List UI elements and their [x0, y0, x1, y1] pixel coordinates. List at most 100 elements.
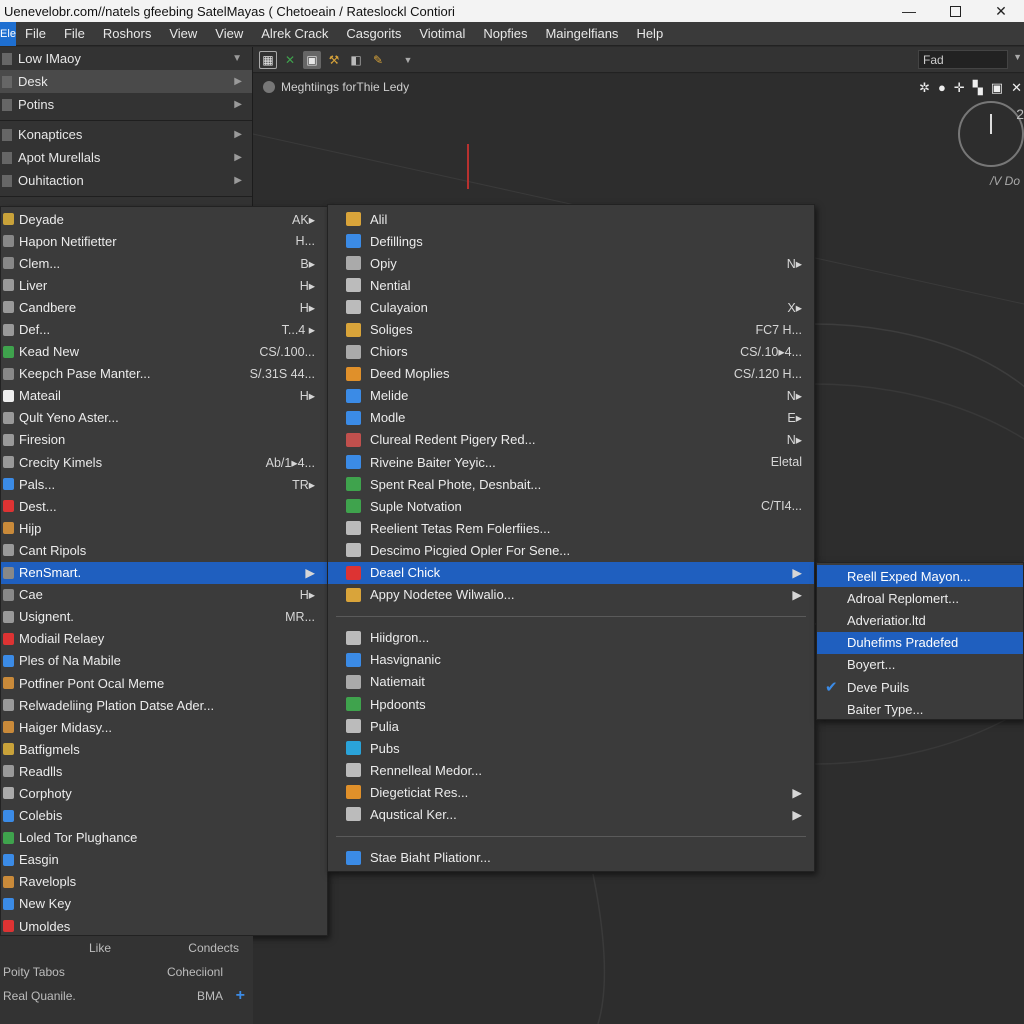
menu-item[interactable]: Modle E▸ [328, 407, 814, 429]
panel-item[interactable]: Potins ▶ [0, 93, 252, 116]
menu-item[interactable]: Hijp [1, 517, 327, 539]
menu-10[interactable]: Help [627, 26, 672, 41]
menu-item[interactable]: Hasvignanic [328, 649, 814, 671]
chevron-down-icon[interactable]: ▼ [1013, 52, 1022, 62]
pin-icon[interactable]: ▚ [973, 80, 983, 96]
menu-item[interactable]: Firesion [1, 429, 327, 451]
menu-item[interactable]: Deed Moplies CS/.120 H... [328, 363, 814, 385]
breadcrumb[interactable]: Meghtiings forThie Ledy [263, 80, 409, 94]
panel-item[interactable]: Ouhitaction ▶ [0, 169, 252, 192]
menu-item[interactable]: Deyade AK▸ [1, 208, 327, 230]
record-icon[interactable]: ● [938, 80, 946, 96]
menu-item[interactable]: Nential [328, 274, 814, 296]
menu-7[interactable]: Viotimal [410, 26, 474, 41]
window-icon[interactable]: ▣ [991, 80, 1003, 96]
menu-6[interactable]: Casgorits [337, 26, 410, 41]
menu-item[interactable]: Hpdoonts [328, 693, 814, 715]
menu-item[interactable]: Hapon Netifietter H... [1, 230, 327, 252]
menu-item[interactable]: Diegeticiat Res... ▶ [328, 781, 814, 803]
menu-item[interactable]: Candbere H▸ [1, 296, 327, 318]
menu-item[interactable]: Clureal Redent Pigery Red... N▸ [328, 429, 814, 451]
menu-item[interactable]: Culayaion X▸ [328, 296, 814, 318]
gear-icon[interactable]: ✲ [919, 80, 930, 96]
menu-item[interactable]: Spent Real Phote, Desnbait... [328, 473, 814, 495]
menu-item[interactable]: Colebis [1, 805, 327, 827]
menu-item[interactable]: Haiger Midasy... [1, 716, 327, 738]
menu-item[interactable]: Opiy N▸ [328, 252, 814, 274]
menu-item[interactable]: New Key [1, 893, 327, 915]
move-icon[interactable]: ✛ [954, 80, 965, 96]
menu-9[interactable]: Maingelfians [536, 26, 627, 41]
cross-tool-icon[interactable]: ✕ [281, 51, 299, 69]
grid-icon[interactable]: ▦ [259, 50, 277, 69]
menu-item[interactable]: Deael Chick ▶ [328, 561, 814, 584]
panel-item[interactable]: Desk ▶ [0, 70, 252, 93]
menu-item[interactable]: Natiemait [328, 671, 814, 693]
menu-item[interactable]: Baiter Type... [817, 698, 1023, 720]
menu-item[interactable]: Aqustical Ker... ▶ [328, 803, 814, 825]
menu-item[interactable]: Reelient Tetas Rem Folerfiies... [328, 517, 814, 539]
menu-item[interactable]: Boyert... [817, 654, 1023, 676]
menu-item[interactable]: Clem... B▸ [1, 252, 327, 274]
menu-item[interactable]: Cae H▸ [1, 584, 327, 606]
add-icon[interactable]: + [236, 987, 245, 1005]
menu-item[interactable]: Alil [328, 208, 814, 230]
menu-8[interactable]: Nopfies [474, 26, 536, 41]
menu-item[interactable]: Loled Tor Plughance [1, 827, 327, 849]
menu-item[interactable]: Usignent. MR... [1, 606, 327, 628]
menu-item[interactable]: RenSmart. ▶ [1, 561, 327, 584]
menu-item[interactable]: Corphoty [1, 782, 327, 804]
menu-item[interactable]: Qult Yeno Aster... [1, 407, 327, 429]
menu-item[interactable]: Appy Nodetee Wilwalio... ▶ [328, 584, 814, 606]
menu-item[interactable]: Adroal Replomert... [817, 587, 1023, 609]
menu-item[interactable]: Kead New CS/.100... [1, 341, 327, 363]
menu-item[interactable]: Riveine Baiter Yeyic... Eletal [328, 451, 814, 473]
brush-icon[interactable]: ✎ [369, 51, 387, 69]
menu-item[interactable]: Stae Biaht Pliationr... [328, 847, 814, 869]
menu-5[interactable]: Alrek Crack [252, 26, 337, 41]
menu-0[interactable]: File [16, 26, 55, 41]
box-icon[interactable]: ◧ [347, 51, 365, 69]
menu-item[interactable]: Ples of Na Mabile [1, 650, 327, 672]
panel-item[interactable]: Konaptices ▶ [0, 123, 252, 146]
maximize-button[interactable] [932, 0, 978, 22]
menu-item[interactable]: Cant Ripols [1, 539, 327, 561]
menu-item[interactable]: Relwadeliing Plation Datse Ader... [1, 694, 327, 716]
menu-item[interactable]: Adveriatior.ltd [817, 609, 1023, 631]
menu-item[interactable]: Keepch Pase Manter... S/.31S 44... [1, 363, 327, 385]
menu-2[interactable]: Roshors [94, 26, 160, 41]
menu-item[interactable]: Soliges FC7 H... [328, 318, 814, 340]
menu-1[interactable]: File [55, 26, 94, 41]
menu-item[interactable]: Mateail H▸ [1, 385, 327, 407]
menu-item[interactable]: Pulia [328, 715, 814, 737]
menu-item[interactable]: Reell Exped Mayon... [817, 565, 1023, 588]
panel-item[interactable]: Low IMaoy ▼ [0, 47, 252, 70]
menu-item[interactable]: Ravelopls [1, 871, 327, 893]
close-icon[interactable]: ✕ [1011, 80, 1022, 96]
search-input[interactable] [918, 50, 1008, 69]
panel-item[interactable]: Apot Murellals ▶ [0, 146, 252, 169]
menu-item[interactable]: Hiidgron... [328, 627, 814, 649]
menu-item[interactable]: Defillings [328, 230, 814, 252]
menu-item[interactable]: Pals... TR▸ [1, 473, 327, 495]
menu-item[interactable]: Melide N▸ [328, 385, 814, 407]
dropdown-arrow-icon[interactable]: ▼ [399, 51, 417, 69]
menu-item[interactable]: Crecity Kimels Ab/1▸4... [1, 451, 327, 473]
app-icon[interactable]: Ele [0, 21, 16, 46]
menu-item[interactable]: Dest... [1, 495, 327, 517]
menu-item[interactable]: ✔ Deve Puils [817, 676, 1023, 698]
menu-item[interactable]: Chiors CS/.10▸4... [328, 341, 814, 363]
close-button[interactable]: ✕ [978, 0, 1024, 22]
menu-item[interactable]: Modiail Relaey [1, 628, 327, 650]
menu-item[interactable]: Liver H▸ [1, 274, 327, 296]
menu-item[interactable]: Def... T...4 ▸ [1, 318, 327, 340]
menu-item[interactable]: Rennelleal Medor... [328, 759, 814, 781]
menu-item[interactable]: Descimo Picgied Opler For Sene... [328, 539, 814, 561]
menu-item[interactable]: Readlls [1, 760, 327, 782]
menu-item[interactable]: Easgin [1, 849, 327, 871]
hammer-icon[interactable]: ⚒ [325, 51, 343, 69]
menu-item[interactable]: Potfiner Pont Ocal Meme [1, 672, 327, 694]
minimize-button[interactable]: — [886, 0, 932, 22]
menu-3[interactable]: View [160, 26, 206, 41]
menu-item[interactable]: Pubs [328, 737, 814, 759]
